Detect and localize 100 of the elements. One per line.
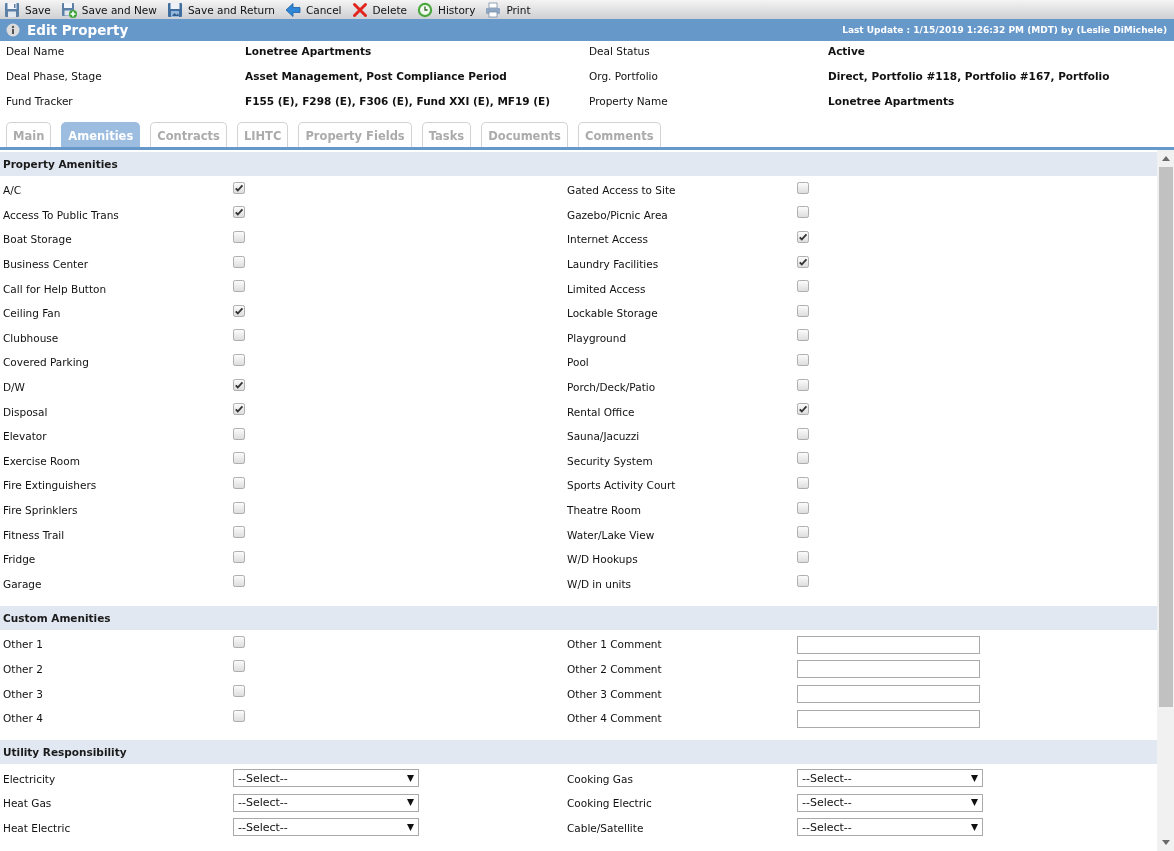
info-label: Fund Tracker (6, 94, 74, 109)
checkbox[interactable] (797, 378, 809, 391)
checkbox[interactable] (233, 304, 245, 317)
select-dropdown[interactable]: --Select-- (797, 793, 983, 812)
info-value: Asset Management, Post Compliance Period (245, 69, 508, 84)
checkbox[interactable] (797, 280, 809, 293)
field-label: Laundry Facilities (566, 257, 660, 273)
field-label: Other 3 Comment (566, 686, 663, 702)
checkbox[interactable] (233, 231, 245, 243)
field-label: Fridge (2, 552, 37, 568)
checkbox[interactable] (233, 685, 245, 698)
field-label: A/C (2, 183, 23, 199)
info-icon (6, 23, 20, 37)
field-label: W/D in units (566, 576, 633, 592)
checkbox[interactable] (797, 427, 809, 440)
caret-icon (407, 799, 414, 807)
field-label: Theatre Room (566, 503, 642, 518)
save-and-new-button[interactable]: Save and New (59, 0, 158, 19)
section-header: Property Amenities (0, 152, 1157, 176)
save-button[interactable]: Save (3, 0, 52, 19)
checkbox[interactable] (233, 427, 245, 440)
checkbox[interactable] (233, 378, 245, 391)
checkbox[interactable] (797, 181, 809, 194)
caret-icon (971, 799, 978, 807)
save-and-return-button[interactable]: Save and Return (165, 0, 276, 19)
checkbox[interactable] (797, 501, 809, 514)
field-label: Pool (566, 355, 590, 371)
field-label: Porch/Deck/Patio (566, 380, 657, 396)
field-label: Sports Activity Court (566, 478, 677, 494)
scrollbar-thumb[interactable] (1158, 167, 1173, 708)
checkbox[interactable] (233, 452, 245, 465)
checkbox[interactable] (797, 206, 809, 219)
cross-icon (351, 1, 368, 18)
checkbox[interactable] (797, 526, 809, 539)
checkbox[interactable] (233, 329, 245, 342)
text-input[interactable] (797, 635, 980, 654)
section-header: Custom Amenities (0, 606, 1157, 631)
text-input[interactable] (797, 660, 980, 679)
field-label: Heat Gas (2, 796, 53, 812)
history-button[interactable]: History (416, 0, 477, 19)
info-value: Active (828, 44, 866, 59)
floppy-plus-icon (60, 1, 77, 18)
checkbox[interactable] (233, 403, 245, 416)
checkbox[interactable] (233, 575, 245, 588)
section-header: Utility Responsibility (0, 740, 1157, 765)
checkbox[interactable] (797, 550, 809, 563)
field-label: Lockable Storage (566, 306, 659, 322)
checkbox[interactable] (233, 476, 245, 489)
checkbox[interactable] (233, 206, 245, 219)
info-label: Org. Portfolio (589, 69, 659, 84)
checkbox[interactable] (233, 660, 245, 673)
checkbox[interactable] (233, 501, 245, 514)
text-input[interactable] (797, 709, 980, 728)
checkbox[interactable] (233, 280, 245, 293)
select-dropdown[interactable]: --Select-- (233, 818, 419, 837)
select-dropdown[interactable]: --Select-- (233, 793, 419, 812)
checkbox[interactable] (797, 452, 809, 465)
info-label: Deal Name (6, 44, 66, 59)
caret-icon (407, 774, 414, 782)
info-value: Lonetree Apartments (245, 44, 373, 59)
info-value: Direct, Portfolio #118, Portfolio #167, Portfolio (828, 69, 1111, 84)
left-arrow-icon (284, 1, 301, 18)
field-label: Ceiling Fan (2, 306, 62, 322)
checkbox[interactable] (797, 329, 809, 342)
field-label: Cooking Gas (566, 771, 634, 787)
field-label: Business Center (2, 257, 89, 273)
checkbox[interactable] (233, 550, 245, 563)
field-label: Access To Public Trans (2, 207, 120, 223)
print-button[interactable]: Print (484, 0, 532, 19)
checkbox[interactable] (797, 575, 809, 588)
checkbox[interactable] (233, 353, 245, 366)
info-label: Property Name (589, 94, 669, 109)
checkbox[interactable] (797, 403, 809, 416)
checkbox[interactable] (797, 304, 809, 317)
field-label: Other 1 (2, 637, 44, 653)
select-dropdown[interactable]: --Select-- (797, 818, 983, 837)
caret-icon (407, 823, 414, 831)
checkbox[interactable] (797, 231, 809, 243)
checkbox[interactable] (797, 353, 809, 366)
printer-icon (485, 1, 502, 18)
checkbox[interactable] (797, 255, 809, 268)
field-label: W/D Hookups (566, 552, 639, 568)
scroll-up-icon[interactable] (1161, 156, 1170, 161)
checkbox[interactable] (233, 526, 245, 539)
field-label: Internet Access (566, 232, 649, 248)
scrollbar[interactable] (1157, 150, 1174, 851)
cancel-button[interactable]: Cancel (283, 0, 343, 19)
text-input[interactable] (797, 685, 980, 704)
checkbox[interactable] (797, 476, 809, 489)
field-label: Fitness Trail (2, 527, 66, 543)
checkbox[interactable] (233, 255, 245, 268)
field-label: Elevator (2, 429, 48, 445)
checkbox[interactable] (233, 709, 245, 722)
delete-button[interactable]: Delete (350, 0, 408, 19)
checkbox[interactable] (233, 635, 245, 648)
checkbox[interactable] (233, 181, 245, 194)
field-label: Boat Storage (2, 232, 73, 248)
select-dropdown[interactable]: --Select-- (797, 769, 983, 788)
scroll-down-icon[interactable] (1161, 840, 1170, 845)
select-dropdown[interactable]: --Select-- (233, 769, 419, 788)
